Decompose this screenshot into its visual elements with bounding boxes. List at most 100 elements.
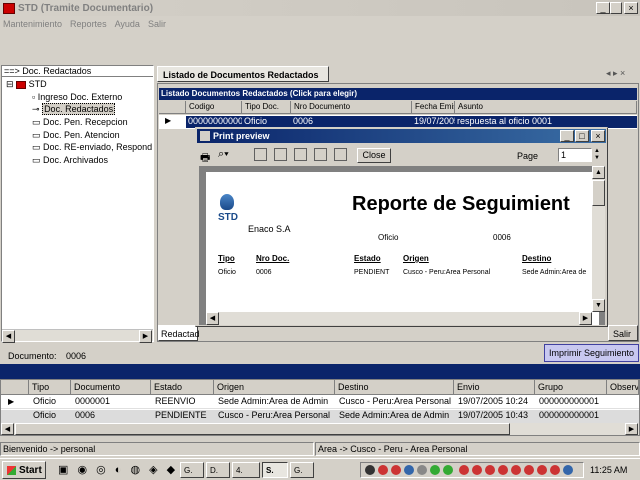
tray-icon[interactable] <box>563 465 573 475</box>
cell-envio[interactable]: 19/07/2005 10:43 <box>456 410 535 420</box>
lower-grid-caption <box>0 364 640 379</box>
scroll-thumb[interactable] <box>592 180 605 206</box>
task-button-4-active[interactable]: S. <box>262 462 288 478</box>
two-page-icon[interactable] <box>274 148 287 161</box>
imprimir-seguimiento-button[interactable]: Imprimir Seguimiento <box>544 344 639 362</box>
tray-icon[interactable] <box>443 465 453 475</box>
cell-origen[interactable]: Sede Admin:Area de Admin <box>216 396 335 406</box>
menu-mantenimiento[interactable]: Mantenimiento <box>3 19 62 29</box>
task-button-2[interactable]: D. <box>206 462 230 478</box>
tab-redactados-bottom[interactable]: Redactad <box>158 325 200 341</box>
maximize-button[interactable] <box>610 2 622 14</box>
tray-icon[interactable] <box>524 465 534 475</box>
col-tipo-doc[interactable]: Tipo Doc. <box>242 101 291 114</box>
preview-hscroll[interactable]: ◀ ▶ <box>206 312 592 325</box>
tray-icon[interactable] <box>391 465 401 475</box>
menu-salir[interactable]: Salir <box>148 19 166 29</box>
zoom-icon[interactable]: ⌕▾ <box>218 148 229 161</box>
menu-reportes[interactable]: Reportes <box>70 19 107 29</box>
tree-item-ingreso[interactable]: ▫ Ingreso Doc. Externo <box>32 92 122 102</box>
tree-item-redactados[interactable]: ⊸ Doc. Redactados <box>32 103 116 115</box>
tree-item-archivados[interactable]: ▭ Doc. Archivados <box>32 155 108 166</box>
pp-maximize-button[interactable]: □ <box>575 130 589 142</box>
minimize-button[interactable]: _ <box>596 2 610 14</box>
tray-icon[interactable] <box>365 465 375 475</box>
col-origen[interactable]: Origen <box>214 380 335 395</box>
scroll-thumb[interactable] <box>15 423 510 435</box>
tray-icon[interactable] <box>511 465 521 475</box>
row-pointer-icon: ▶ <box>8 397 15 406</box>
cell-tipo[interactable]: Oficio <box>31 396 71 406</box>
scroll-left-icon[interactable]: ◀ <box>1 423 14 435</box>
col-nro-documento[interactable]: Nro Documento <box>291 101 412 114</box>
close-button[interactable]: × <box>624 2 638 14</box>
col-grupo[interactable]: Grupo <box>535 380 607 395</box>
six-page-icon[interactable] <box>334 148 347 161</box>
table-row[interactable]: ▶ Oficio 0000001 REENVIO Sede Admin:Area… <box>1 396 639 409</box>
tray-icon[interactable] <box>537 465 547 475</box>
col-destino[interactable]: Destino <box>335 380 454 395</box>
page-input[interactable]: 1 <box>558 148 592 162</box>
task-button-1[interactable]: G. <box>180 462 204 478</box>
tray-icon[interactable] <box>498 465 508 475</box>
scroll-right-icon[interactable]: ▶ <box>625 423 638 435</box>
menu-ayuda[interactable]: Ayuda <box>115 19 140 29</box>
cell-documento[interactable]: 0006 <box>73 410 151 420</box>
std-logo-icon <box>220 194 234 210</box>
tray-icon[interactable] <box>378 465 388 475</box>
task-button-3[interactable]: 4. <box>232 462 260 478</box>
col-estado[interactable]: Estado <box>151 380 214 395</box>
scroll-right-icon[interactable]: ▶ <box>579 312 592 325</box>
cell-grupo[interactable]: 000000000001 <box>537 410 607 420</box>
lower-hscroll[interactable]: ◀ ▶ <box>1 423 639 435</box>
tray-icon[interactable] <box>485 465 495 475</box>
tab-nav-icon[interactable]: ◂ ▸ × <box>606 68 625 79</box>
cell-documento[interactable]: 0000001 <box>73 396 151 406</box>
cell-origen[interactable]: Cusco - Peru:Area Personal <box>216 410 335 420</box>
col-asunto[interactable]: Asunto <box>455 101 637 114</box>
col-envio[interactable]: Envio <box>454 380 535 395</box>
start-button[interactable]: Start <box>2 461 46 479</box>
tree-item-pen-atencion[interactable]: ▭ Doc. Pen. Atencion <box>32 130 120 141</box>
cell-destino[interactable]: Cusco - Peru:Area Personal <box>337 396 454 406</box>
four-page-icon[interactable] <box>314 148 327 161</box>
tray-icon[interactable] <box>550 465 560 475</box>
scroll-left-icon[interactable]: ◀ <box>206 312 219 325</box>
cell-estado[interactable]: REENVIO <box>153 396 214 406</box>
col-tipo[interactable]: Tipo <box>29 380 71 395</box>
scroll-up-icon[interactable]: ▲ <box>592 166 605 179</box>
task-button-5[interactable]: G. <box>290 462 314 478</box>
tree-item-reenviado[interactable]: ▭ Doc. RE-enviado, Respond <box>32 142 152 153</box>
cell-estado[interactable]: PENDIENTE <box>153 410 214 420</box>
quick-launch-icons[interactable]: ▣ ◉ ◎ ◐ ◍ ◈ ◆ <box>58 463 178 476</box>
scroll-left-icon[interactable]: ◀ <box>2 330 15 343</box>
tray-icon[interactable] <box>430 465 440 475</box>
col-observ[interactable]: Observ <box>607 380 639 395</box>
tray-icon[interactable] <box>459 465 469 475</box>
tab-listado[interactable]: Listado de Documentos Redactados <box>157 66 329 82</box>
salir-button[interactable]: Salir <box>608 325 638 341</box>
pp-close-button[interactable]: × <box>591 130 605 142</box>
col-codigo[interactable]: Codigo <box>186 101 242 114</box>
col-documento[interactable]: Documento <box>71 380 151 395</box>
three-page-icon[interactable] <box>294 148 307 161</box>
tray-icon[interactable] <box>404 465 414 475</box>
tray-icon[interactable] <box>472 465 482 475</box>
page-spinner-icon[interactable]: ▲ ▼ <box>594 148 600 162</box>
cell-envio[interactable]: 19/07/2005 10:24 <box>456 396 535 406</box>
scroll-right-icon[interactable]: ▶ <box>139 330 152 343</box>
cell-tipo[interactable]: Oficio <box>31 410 71 420</box>
preview-vscroll[interactable]: ▲ ▼ <box>592 166 605 312</box>
close-preview-button[interactable]: Close <box>357 148 391 163</box>
col-fecha-emision[interactable]: Fecha Emisi <box>412 101 455 114</box>
tree-item-pen-recepcion[interactable]: ▭ Doc. Pen. Recepcion <box>32 117 128 128</box>
tray-icon[interactable] <box>417 465 427 475</box>
scroll-down-icon[interactable]: ▼ <box>592 299 605 312</box>
cell-grupo[interactable]: 000000000001 <box>537 396 607 406</box>
tree-root[interactable]: ⊟ STD <box>6 79 47 90</box>
tree-hscroll[interactable]: ◀ ▶ <box>2 329 153 343</box>
pp-minimize-button[interactable]: _ <box>560 130 574 142</box>
table-row[interactable]: Oficio 0006 PENDIENTE Cusco - Peru:Area … <box>1 410 639 423</box>
one-page-icon[interactable] <box>254 148 267 161</box>
cell-destino[interactable]: Sede Admin:Area de Admin <box>337 410 454 420</box>
